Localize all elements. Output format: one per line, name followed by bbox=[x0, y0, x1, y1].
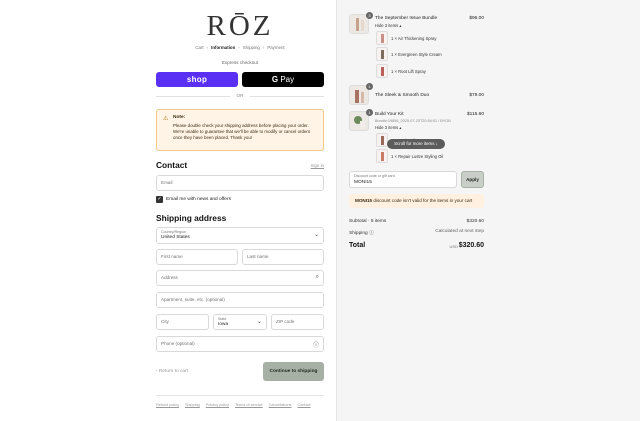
search-icon: ⌕ bbox=[316, 274, 319, 281]
note-title: Note: bbox=[173, 115, 317, 120]
footer-link[interactable]: Terms of service bbox=[235, 403, 263, 407]
google-g-icon: G bbox=[272, 75, 278, 84]
discount-error-message: MONI15 discount code isn't valid for the… bbox=[349, 194, 484, 208]
sign-in-link[interactable]: Sign in bbox=[300, 163, 324, 168]
discount-error-text: discount code isn't valid for the items … bbox=[372, 198, 472, 203]
subitem-name: 1 × Air Thickening Spray bbox=[391, 36, 436, 41]
first-name-placeholder: First name bbox=[161, 254, 183, 259]
subitem-thumbnail bbox=[376, 31, 388, 45]
cart-item-price: $115.60 bbox=[349, 112, 484, 117]
apartment-placeholder: Apartment, suite, etc. (optional) bbox=[161, 297, 225, 302]
subitem-thumbnail bbox=[376, 47, 388, 61]
subtotal-label: Subtotal · 5 items bbox=[349, 219, 386, 224]
chevron-right-icon: › bbox=[238, 45, 239, 50]
breadcrumb-information: Information bbox=[211, 45, 235, 50]
footer-links: Refund policy Shipping Privacy policy Terms… bbox=[156, 395, 324, 407]
scroll-for-more-items-button[interactable]: Scroll for more items ↓ bbox=[387, 139, 445, 149]
help-circle-icon[interactable]: ⓘ bbox=[313, 340, 319, 349]
last-name-field[interactable]: Last name bbox=[242, 249, 324, 265]
chevron-right-icon: › bbox=[263, 45, 264, 50]
chevron-right-icon: › bbox=[207, 45, 208, 50]
return-to-cart-label: Return to cart bbox=[159, 369, 188, 374]
state-value: Iowa bbox=[218, 322, 228, 327]
city-placeholder: City bbox=[161, 319, 169, 324]
phone-placeholder: Phone (optional) bbox=[161, 341, 195, 346]
footer-link[interactable]: Cancellations bbox=[269, 403, 292, 407]
shipping-note-banner: ⚠ Note: Please double check your shippin… bbox=[156, 109, 324, 151]
country-value: United States bbox=[161, 235, 190, 240]
discount-label: Discount code or gift card bbox=[354, 174, 395, 178]
shipping-value: Calculated at next step bbox=[435, 229, 484, 234]
country-select[interactable]: Country/Region United States ⌄ bbox=[156, 227, 324, 244]
note-line: once they have been placed. Thank you! bbox=[173, 135, 317, 141]
note-body: Please double check your shipping addres… bbox=[173, 123, 317, 141]
footer-link[interactable]: Privacy policy bbox=[206, 403, 229, 407]
state-label: State bbox=[218, 317, 226, 321]
breadcrumb-shipping: Shipping bbox=[243, 45, 260, 50]
phone-field[interactable]: Phone (optional) ⓘ bbox=[156, 336, 324, 352]
address-field[interactable]: Address ⌕ bbox=[156, 270, 324, 286]
quantity-badge: 1 bbox=[366, 83, 373, 90]
cart-item-price: $96.00 bbox=[349, 16, 484, 21]
last-name-placeholder: Last name bbox=[247, 254, 268, 259]
email-placeholder: Email bbox=[161, 180, 173, 185]
chevron-down-icon: ⌄ bbox=[257, 318, 262, 325]
brand-logo[interactable]: RŌZ bbox=[156, 10, 324, 43]
city-field[interactable]: City bbox=[156, 314, 209, 330]
breadcrumb-payment: Payment bbox=[267, 45, 284, 50]
subitem-name: 1 × Repair Lustre Styling Oil bbox=[391, 154, 443, 159]
newsletter-checkbox[interactable]: ✓ bbox=[156, 196, 163, 203]
breadcrumb-cart[interactable]: Cart bbox=[195, 45, 203, 50]
country-label: Country/Region bbox=[161, 230, 186, 234]
return-to-cart-link[interactable]: ‹ Return to cart bbox=[156, 369, 188, 374]
state-select[interactable]: State Iowa ⌄ bbox=[213, 314, 267, 330]
hide-items-toggle[interactable]: Hide 3 items ▴ bbox=[375, 125, 402, 130]
bundle-meta: Bundle:19856_2025-07-23T20:54:51 / BYOB bbox=[375, 119, 451, 123]
subtotal-value: $320.60 bbox=[467, 219, 484, 224]
subitem-thumbnail bbox=[376, 149, 388, 163]
shop-pay-button[interactable]: shop bbox=[156, 72, 238, 87]
express-checkout-label: Express checkout bbox=[156, 60, 324, 65]
total-row: Total USD $320.60 bbox=[349, 242, 484, 249]
continue-to-shipping-button[interactable]: Continue to shipping bbox=[263, 362, 324, 381]
checkout-form-panel: RŌZ Cart›Information›Shipping›Payment Ex… bbox=[0, 0, 337, 421]
zip-placeholder: ZIP code bbox=[276, 319, 294, 324]
google-pay-label: Pay bbox=[280, 75, 294, 84]
footer-link[interactable]: Refund policy bbox=[156, 403, 179, 407]
currency-code: USD bbox=[450, 244, 458, 249]
footer-link[interactable]: Shipping bbox=[185, 403, 200, 407]
shipping-address-heading: Shipping address bbox=[156, 213, 226, 223]
or-divider: OR bbox=[156, 93, 324, 98]
apartment-field[interactable]: Apartment, suite, etc. (optional) bbox=[156, 292, 324, 308]
breadcrumb: Cart›Information›Shipping›Payment bbox=[156, 45, 324, 50]
newsletter-label[interactable]: Email me with news and offers bbox=[166, 197, 231, 202]
subitem-name: 1 × Evergreen Style Cream bbox=[391, 52, 442, 57]
first-name-field[interactable]: First name bbox=[156, 249, 238, 265]
subitem-name: 1 × Root Lift Spray bbox=[391, 69, 426, 74]
discount-error-code: MONI15 bbox=[355, 198, 372, 203]
chevron-left-icon: ‹ bbox=[156, 369, 158, 374]
shipping-label[interactable]: Shipping ⓘ bbox=[349, 231, 374, 236]
discount-code-field[interactable]: Discount code or gift card MONI15 bbox=[349, 171, 457, 188]
google-pay-button[interactable]: G Pay bbox=[242, 72, 324, 87]
footer-link[interactable]: Contact bbox=[297, 403, 310, 407]
zip-field[interactable]: ZIP code bbox=[271, 314, 324, 330]
hide-items-toggle[interactable]: Hide 3 items ▴ bbox=[375, 23, 402, 28]
apply-discount-button[interactable]: Apply bbox=[461, 171, 484, 188]
cart-item-price: $79.00 bbox=[349, 93, 484, 98]
chevron-down-icon: ⌄ bbox=[314, 231, 319, 238]
warning-icon: ⚠ bbox=[163, 115, 168, 122]
email-field[interactable]: Email bbox=[156, 175, 324, 191]
shipping-row: Shipping ⓘ Calculated at next step bbox=[349, 229, 484, 236]
contact-heading: Contact bbox=[156, 160, 187, 170]
discount-value: MONI15 bbox=[354, 180, 372, 185]
total-value: $320.60 bbox=[459, 242, 484, 249]
total-label: Total bbox=[349, 242, 365, 249]
subtotal-row: Subtotal · 5 items $320.60 bbox=[349, 219, 484, 224]
address-placeholder: Address bbox=[161, 275, 178, 280]
subitem-thumbnail bbox=[376, 64, 388, 78]
